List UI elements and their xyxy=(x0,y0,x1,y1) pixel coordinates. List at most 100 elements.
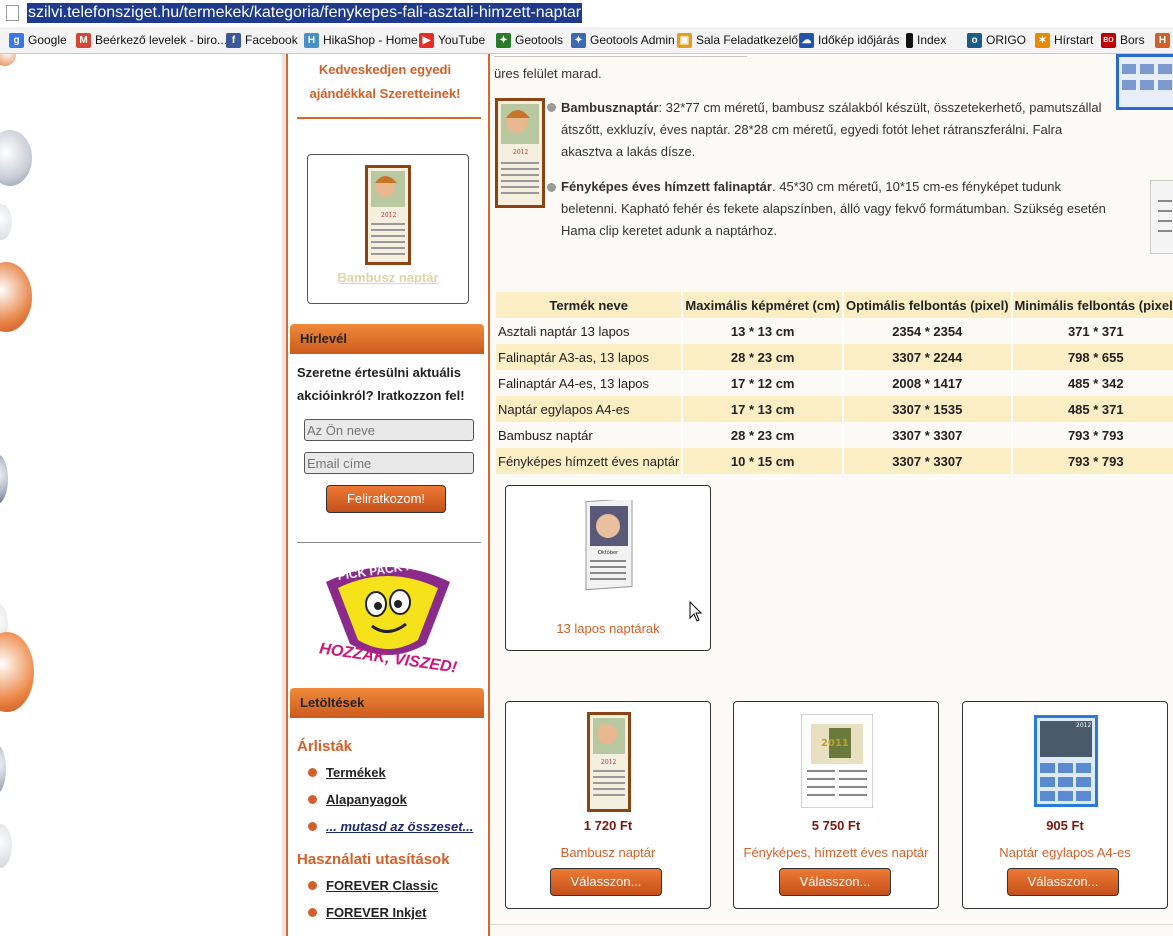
bookmark-label: Sala Feladatkezelő xyxy=(696,33,799,47)
bookmark-hirstart[interactable]: ✶ Hírstart xyxy=(1035,27,1093,53)
bookmark-geotools[interactable]: ✦ Geotools xyxy=(496,27,563,53)
geotools-admin-icon: ✦ xyxy=(571,33,586,49)
category-card-13-lapos[interactable]: Október 13 lapos naptárak xyxy=(505,485,711,651)
product-card-bambusz[interactable]: 2012 1 720 Ft Bambusz naptár Válasszon..… xyxy=(505,701,711,909)
category-label[interactable]: 13 lapos naptárak xyxy=(506,621,710,636)
product-name[interactable]: Bambusz naptár xyxy=(506,845,710,860)
table-row: Falinaptár A4-es, 13 lapos 17 * 12 cm 20… xyxy=(496,370,1173,396)
table-header-row: Termék neve Maximális képméret (cm) Opti… xyxy=(496,292,1173,318)
bookmark-youtube[interactable]: ▶ YouTube xyxy=(419,27,485,53)
choose-button[interactable]: Válasszon... xyxy=(550,868,662,896)
hikashop-icon: H xyxy=(304,33,319,49)
bookmark-label: Geotools Admin xyxy=(590,33,675,47)
bullet-icon xyxy=(547,103,556,112)
promo-text: Kedveskedjen egyedi ajándékkal Szerettei… xyxy=(309,62,461,101)
divider xyxy=(490,924,1173,925)
table-cell: 28 * 23 cm xyxy=(682,422,844,448)
table-cell: 793 * 793 xyxy=(1011,422,1173,448)
sala-icon: ▣ xyxy=(677,33,692,49)
product-card-fenykepes-himzett[interactable]: 2011 5 750 Ft Fényképes, hímzett éves na… xyxy=(733,701,939,909)
bookmark-hikashop[interactable]: H HikaShop - Home xyxy=(304,27,418,53)
table-cell: 798 * 655 xyxy=(1011,344,1173,370)
bullet-icon xyxy=(547,183,556,192)
bookmark-index[interactable]: Index xyxy=(906,27,946,53)
manual-link-forever-classic[interactable]: FOREVER Classic xyxy=(326,878,438,893)
single-page-calendar-image: 2012 xyxy=(1034,715,1098,807)
manual-link-forever-inkjet[interactable]: FOREVER Inkjet xyxy=(326,905,426,920)
table-row: Fényképes hímzett éves naptár 10 * 15 cm… xyxy=(496,448,1173,474)
table-cell: 28 * 23 cm xyxy=(682,344,844,370)
product-card-egylapos-a4[interactable]: 2012 905 Ft Naptár egylapos A4-es Válass… xyxy=(962,701,1168,909)
decor-bubble xyxy=(0,824,12,868)
address-bar[interactable]: szilvi.telefonsziget.hu/termekek/kategor… xyxy=(0,0,1173,28)
subscribe-button[interactable]: Feliratkozom! xyxy=(326,485,446,513)
bookmark-geotools-admin[interactable]: ✦ Geotools Admin xyxy=(571,27,675,53)
divider xyxy=(297,117,481,119)
decor-bubble xyxy=(0,262,32,332)
table-cell: Fényképes hímzett éves naptár xyxy=(496,448,684,474)
table-cell: 17 * 13 cm xyxy=(682,396,844,422)
table-cell: 371 * 371 xyxy=(1011,318,1173,344)
product-year: 2011 xyxy=(821,738,849,749)
idokep-icon: ☁ xyxy=(799,33,814,49)
main-content: ___________________________________ üres… xyxy=(490,54,1173,936)
bookmark-label: Geotools xyxy=(515,33,564,47)
featured-product-label[interactable]: Bambusz naptár xyxy=(308,270,468,285)
download-link-termekek[interactable]: Termékek xyxy=(326,765,386,780)
divider xyxy=(297,542,481,543)
product-year: 2012 xyxy=(601,759,616,766)
bamboo-calendar-thumbnail: 2012 xyxy=(365,165,411,265)
h-icon: H xyxy=(1155,33,1170,49)
choose-button[interactable]: Válasszon... xyxy=(779,868,891,896)
geotools-icon: ✦ xyxy=(496,33,511,49)
table-cell: 17 * 12 cm xyxy=(682,370,844,396)
desk-calendar-month: Október xyxy=(598,549,619,556)
table-cell: Bambusz naptár xyxy=(496,422,684,448)
bookmark-label: YouTube xyxy=(438,33,486,47)
decor-bubble xyxy=(0,204,12,240)
left-background xyxy=(0,54,286,936)
table-row: Bambusz naptár 28 * 23 cm 3307 * 3307 79… xyxy=(496,422,1173,448)
bookmark-sala[interactable]: ▣ Sala Feladatkezelő xyxy=(677,27,798,53)
table-row: Naptár egylapos A4-es 17 * 13 cm 3307 * … xyxy=(496,396,1173,422)
email-field[interactable] xyxy=(304,452,474,474)
bookmark-gmail[interactable]: M Beérkező levelek - biro... xyxy=(76,27,227,53)
product-name[interactable]: Naptár egylapos A4-es xyxy=(963,845,1167,860)
bullet-icon xyxy=(308,768,317,777)
calendar-thumbnail-clipped xyxy=(1116,54,1173,110)
bookmark-h[interactable]: H xyxy=(1155,27,1173,53)
intro-text: üres felület marad. xyxy=(494,66,602,81)
download-link-alapanyagok[interactable]: Alapanyagok xyxy=(326,792,407,807)
bookmark-label: Beérkező levelek - biro... xyxy=(95,33,228,47)
bookmark-facebook[interactable]: f Facebook xyxy=(226,27,298,53)
bookmark-origo[interactable]: o ORIGO xyxy=(967,27,1026,53)
svg-text:2012: 2012 xyxy=(381,212,396,219)
table-cell: Naptár egylapos A4-es xyxy=(496,396,684,422)
bookmark-bors[interactable]: BO Bors xyxy=(1101,27,1145,53)
manuals-title: Használati utasítások xyxy=(297,851,450,868)
pricelists-title: Árlisták xyxy=(297,738,353,755)
show-all-link[interactable]: ... mutasd az összeset... xyxy=(326,819,473,834)
bookmark-google[interactable]: g Google xyxy=(9,27,67,53)
bookmark-label: HikaShop - Home xyxy=(323,33,418,47)
table-cell: 2008 * 1417 xyxy=(843,370,1013,396)
origo-icon: o xyxy=(967,33,982,49)
choose-button[interactable]: Válasszon... xyxy=(1007,868,1119,896)
facebook-icon: f xyxy=(226,33,241,49)
featured-product[interactable]: 2012 Bambusz naptár xyxy=(307,154,469,304)
bullet-icon xyxy=(308,795,317,804)
bors-icon: BO xyxy=(1101,33,1116,49)
table-row: Asztali naptár 13 lapos 13 * 13 cm 2354 … xyxy=(496,318,1173,344)
name-field[interactable] xyxy=(304,419,474,441)
bookmark-idokep[interactable]: ☁ Időkép időjárás xyxy=(799,27,899,53)
product-desc-title: Bambusznaptár xyxy=(561,100,659,115)
bookmark-label: Facebook xyxy=(245,33,298,47)
url-text[interactable]: szilvi.telefonsziget.hu/termekek/kategor… xyxy=(27,3,583,23)
product-price: 905 Ft xyxy=(1046,818,1084,833)
product-desc-title: Fényképes éves hímzett falinaptár xyxy=(561,179,772,194)
downloads-header: Letöltések xyxy=(290,688,484,718)
table-row: Falinaptár A3-as, 13 lapos 28 * 23 cm 33… xyxy=(496,344,1173,370)
table-cell: 3307 * 1535 xyxy=(843,396,1013,422)
product-name[interactable]: Fényképes, hímzett éves naptár xyxy=(734,845,938,860)
bookmark-label: Időkép időjárás xyxy=(818,33,900,47)
